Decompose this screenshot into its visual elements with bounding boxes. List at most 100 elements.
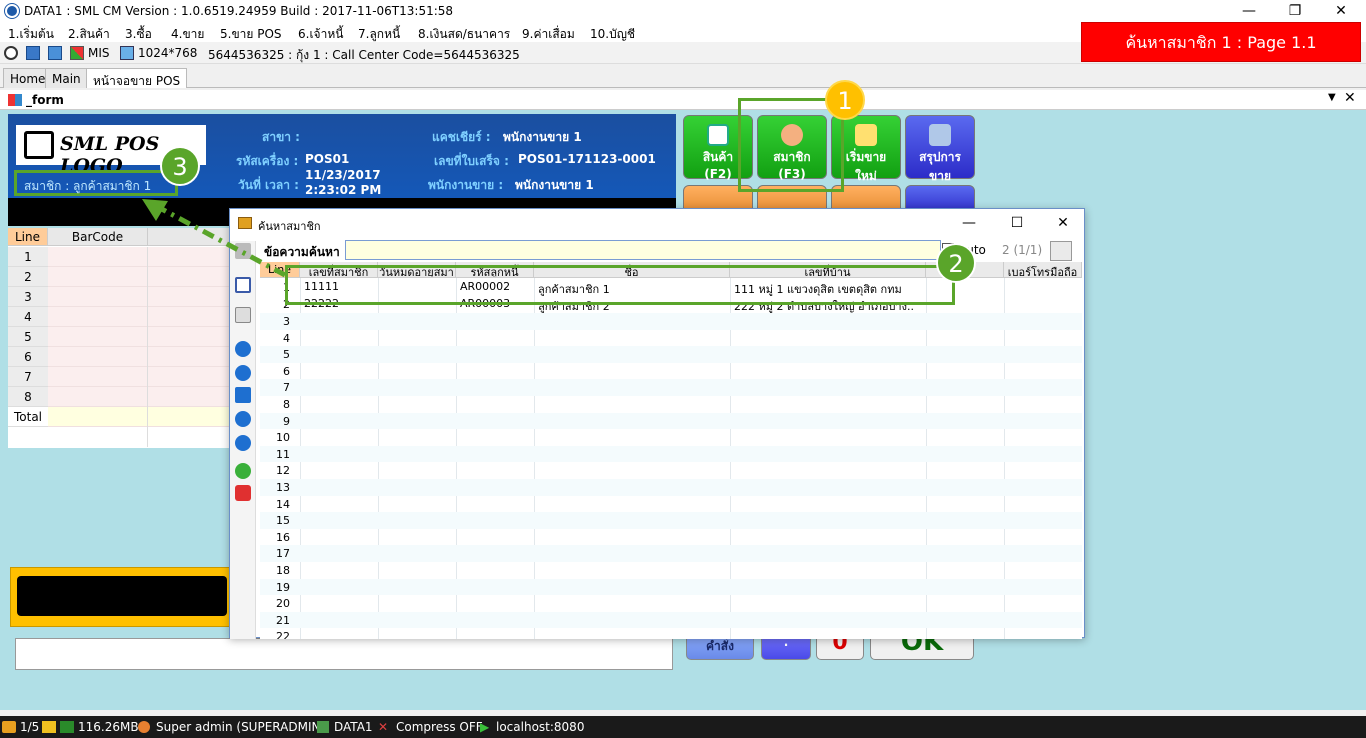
chart-icon[interactable] bbox=[70, 46, 84, 60]
datetime-label: วันที่ เวลา : bbox=[238, 178, 299, 192]
grid-row-number[interactable]: 3 bbox=[8, 287, 48, 307]
mis-label[interactable]: MIS bbox=[88, 46, 110, 60]
image-icon[interactable] bbox=[120, 46, 134, 60]
table-row[interactable]: 20 bbox=[260, 595, 1082, 612]
dialog-close-button[interactable]: ✕ bbox=[1048, 215, 1078, 233]
form-close-icon[interactable]: ✕ bbox=[1344, 90, 1356, 106]
table-row[interactable]: 13 bbox=[260, 479, 1082, 496]
search-zoom-icon[interactable] bbox=[1050, 241, 1072, 261]
table-row[interactable]: 7 bbox=[260, 379, 1082, 396]
grid-row-number[interactable]: 6 bbox=[8, 347, 48, 367]
column-mobile[interactable]: เบอร์โทรมือถือ bbox=[1004, 262, 1082, 278]
close-button[interactable]: ✕ bbox=[1318, 0, 1364, 22]
row-line: 15 bbox=[276, 514, 290, 528]
row-line: 18 bbox=[276, 564, 290, 577]
status-memory: 116.26MB bbox=[78, 720, 139, 734]
arrow-up-icon[interactable] bbox=[235, 411, 251, 427]
form-header: _form ▼ ✕ bbox=[0, 90, 1366, 110]
app-icon bbox=[5, 4, 19, 18]
table-row[interactable]: 15 bbox=[260, 512, 1082, 529]
calculator-icon[interactable] bbox=[48, 46, 62, 60]
summary-label-2: ขาย bbox=[929, 169, 951, 183]
time-value: 2:23:02 PM bbox=[305, 183, 382, 197]
dropdown-icon[interactable]: ▼ bbox=[1328, 92, 1336, 103]
row-line: 7 bbox=[283, 381, 290, 395]
table-row[interactable]: 22 bbox=[260, 628, 1082, 639]
tab-main[interactable]: Main bbox=[45, 68, 88, 88]
arrow-right-icon[interactable] bbox=[235, 365, 251, 381]
table-row[interactable]: 11 bbox=[260, 445, 1082, 463]
table-row[interactable]: 8 bbox=[260, 396, 1082, 413]
table-row[interactable]: 14 bbox=[260, 496, 1082, 513]
grid-row[interactable] bbox=[48, 367, 230, 387]
notepad-icon bbox=[855, 124, 877, 146]
annotation-marker-2: 2 bbox=[936, 243, 976, 283]
cart-icon bbox=[24, 131, 54, 159]
table-row[interactable]: 4 bbox=[260, 330, 1082, 347]
grid-row[interactable] bbox=[48, 307, 230, 327]
arrow-left-icon[interactable] bbox=[235, 341, 251, 357]
table-row[interactable]: 19 bbox=[260, 578, 1082, 596]
member-grid[interactable]: Line เลขที่สมาชิก วันหมดอายุสมา รหัสลูกห… bbox=[260, 262, 1082, 639]
confirm-icon[interactable] bbox=[235, 463, 251, 479]
grid-row-number[interactable]: 5 bbox=[8, 327, 48, 347]
title-bar: DATA1 : SML CM Version : 1.0.6519.24959 … bbox=[0, 0, 1366, 22]
page-count: 2 (1/1) bbox=[1002, 243, 1043, 257]
grid-row[interactable] bbox=[48, 327, 230, 347]
command-input[interactable] bbox=[15, 638, 673, 670]
table-row[interactable]: 6 bbox=[260, 363, 1082, 380]
row-line: 22 bbox=[276, 630, 290, 639]
grid-row[interactable] bbox=[48, 347, 230, 367]
row-line: 14 bbox=[276, 497, 290, 511]
column-barcode[interactable]: BarCode bbox=[48, 228, 148, 246]
grid-row-number[interactable]: 2 bbox=[8, 267, 48, 287]
table-row[interactable]: 21 bbox=[260, 611, 1082, 629]
window-title: DATA1 : SML CM Version : 1.0.6519.24959 … bbox=[24, 4, 454, 18]
column-line[interactable]: Line bbox=[8, 228, 48, 246]
tab-pos[interactable]: หน้าจอขาย POS bbox=[86, 68, 188, 88]
form-title: _form bbox=[26, 93, 64, 107]
panel-icon[interactable] bbox=[26, 46, 40, 60]
table-row[interactable]: 10 bbox=[260, 429, 1082, 446]
form-view-icon[interactable] bbox=[235, 307, 251, 323]
fast-forward-icon[interactable] bbox=[235, 387, 251, 403]
minimize-button[interactable]: — bbox=[1226, 0, 1272, 22]
database-icon bbox=[317, 721, 329, 733]
grid-row-number[interactable]: 1 bbox=[8, 247, 48, 267]
grid-row[interactable] bbox=[48, 387, 230, 407]
total-label: Total bbox=[8, 407, 48, 427]
arrow-down-icon[interactable] bbox=[235, 435, 251, 451]
status-page: 1/5 bbox=[20, 720, 40, 734]
row-line: 12 bbox=[276, 464, 290, 478]
row-line: 19 bbox=[276, 580, 290, 594]
total-row bbox=[48, 407, 230, 427]
grid-row-number[interactable]: 7 bbox=[8, 367, 48, 387]
search-input[interactable] bbox=[345, 240, 941, 260]
table-row[interactable]: 3 bbox=[260, 313, 1082, 330]
table-row[interactable]: 12 bbox=[260, 462, 1082, 479]
status-db: DATA1 bbox=[334, 720, 373, 734]
row-line: 16 bbox=[276, 530, 290, 544]
summary-button[interactable]: สรุปการ ขาย bbox=[905, 115, 975, 183]
restore-button[interactable]: ❐ bbox=[1272, 0, 1318, 22]
table-row[interactable]: 5 bbox=[260, 346, 1082, 363]
dialog-maximize-button[interactable]: ☐ bbox=[1002, 215, 1032, 233]
table-row[interactable]: 16 bbox=[260, 529, 1082, 546]
row-line: 4 bbox=[283, 331, 290, 345]
table-row[interactable]: 17 bbox=[260, 545, 1082, 562]
grid-row-number[interactable]: 8 bbox=[8, 387, 48, 407]
dialog-minimize-button[interactable]: — bbox=[954, 215, 984, 233]
receipt-value: POS01-171123-0001 bbox=[518, 152, 656, 166]
grid-row-number[interactable]: 4 bbox=[8, 307, 48, 327]
cancel-icon[interactable] bbox=[235, 485, 251, 501]
table-row[interactable]: 9 bbox=[260, 412, 1082, 430]
clock-icon[interactable] bbox=[4, 46, 18, 60]
memory-icon bbox=[60, 721, 74, 733]
register-icon bbox=[929, 124, 951, 146]
users-icon bbox=[2, 721, 16, 733]
status-user: Super admin (SUPERADMIN) bbox=[156, 720, 326, 734]
table-row[interactable]: 18 bbox=[260, 562, 1082, 579]
salesperson-label: พนักงานขาย : bbox=[428, 178, 504, 192]
grid-row[interactable] bbox=[48, 287, 230, 307]
resolution-label[interactable]: 1024*768 bbox=[138, 46, 197, 60]
